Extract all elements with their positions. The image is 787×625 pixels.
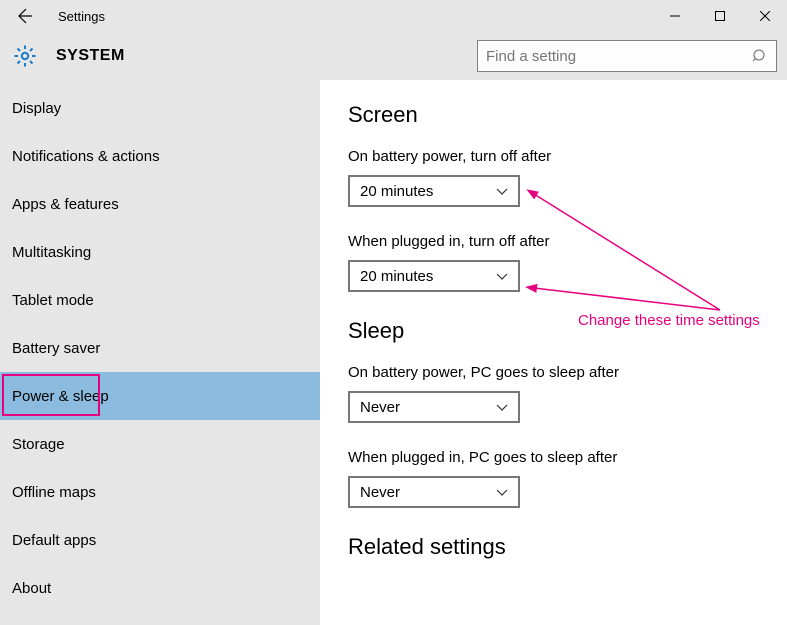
sleep-plugged-select[interactable]: Never	[348, 476, 520, 508]
arrow-left-icon	[14, 6, 34, 26]
sidebar-item-tablet[interactable]: Tablet mode	[0, 276, 320, 324]
sleep-plugged-label: When plugged in, PC goes to sleep after	[348, 449, 787, 466]
sidebar-item-notifications[interactable]: Notifications & actions	[0, 132, 320, 180]
titlebar: Settings	[0, 0, 787, 32]
sidebar-item-label: Notifications & actions	[12, 148, 160, 165]
sidebar-item-label: Power & sleep	[12, 388, 109, 405]
chevron-down-icon	[496, 271, 508, 283]
sleep-battery-label: On battery power, PC goes to sleep after	[348, 364, 787, 381]
sidebar-item-apps[interactable]: Apps & features	[0, 180, 320, 228]
minimize-icon	[670, 11, 680, 21]
chevron-down-icon	[496, 402, 508, 414]
sidebar-item-label: Multitasking	[12, 244, 91, 261]
window-title: Settings	[58, 9, 105, 24]
sidebar-item-label: Display	[12, 100, 61, 117]
sidebar-item-label: Apps & features	[12, 196, 119, 213]
screen-heading: Screen	[348, 102, 787, 128]
maximize-button[interactable]	[697, 0, 742, 32]
gear-icon	[12, 43, 38, 69]
chevron-down-icon	[496, 487, 508, 499]
screen-battery-select[interactable]: 20 minutes	[348, 175, 520, 207]
sidebar-item-display[interactable]: Display	[0, 84, 320, 132]
select-value: 20 minutes	[360, 268, 433, 285]
sidebar-item-offline-maps[interactable]: Offline maps	[0, 468, 320, 516]
chevron-down-icon	[496, 186, 508, 198]
sidebar-item-battery[interactable]: Battery saver	[0, 324, 320, 372]
screen-plugged-select[interactable]: 20 minutes	[348, 260, 520, 292]
search-input[interactable]	[486, 48, 752, 65]
sleep-heading: Sleep	[348, 318, 787, 344]
sidebar-item-label: Tablet mode	[12, 292, 94, 309]
search-box[interactable]	[477, 40, 777, 72]
sidebar-item-label: Offline maps	[12, 484, 96, 501]
search-icon	[752, 48, 768, 64]
back-button[interactable]	[0, 0, 48, 32]
sidebar-item-default-apps[interactable]: Default apps	[0, 516, 320, 564]
sidebar-item-power-sleep[interactable]: Power & sleep	[0, 372, 320, 420]
minimize-button[interactable]	[652, 0, 697, 32]
content-area: Screen On battery power, turn off after …	[320, 80, 787, 625]
select-value: Never	[360, 399, 400, 416]
maximize-icon	[715, 11, 725, 21]
sidebar-item-label: Battery saver	[12, 340, 100, 357]
sidebar: Display Notifications & actions Apps & f…	[0, 80, 320, 625]
screen-plugged-label: When plugged in, turn off after	[348, 233, 787, 250]
page-title: SYSTEM	[56, 47, 125, 65]
select-value: 20 minutes	[360, 183, 433, 200]
sidebar-item-label: Default apps	[12, 532, 96, 549]
sidebar-item-label: About	[12, 580, 51, 597]
sidebar-item-storage[interactable]: Storage	[0, 420, 320, 468]
related-heading: Related settings	[348, 534, 787, 560]
close-button[interactable]	[742, 0, 787, 32]
sleep-battery-select[interactable]: Never	[348, 391, 520, 423]
screen-battery-label: On battery power, turn off after	[348, 148, 787, 165]
select-value: Never	[360, 484, 400, 501]
close-icon	[760, 11, 770, 21]
sidebar-item-multitasking[interactable]: Multitasking	[0, 228, 320, 276]
window-controls	[652, 0, 787, 32]
sidebar-item-label: Storage	[12, 436, 65, 453]
sidebar-item-about[interactable]: About	[0, 564, 320, 612]
header: SYSTEM	[0, 32, 787, 80]
